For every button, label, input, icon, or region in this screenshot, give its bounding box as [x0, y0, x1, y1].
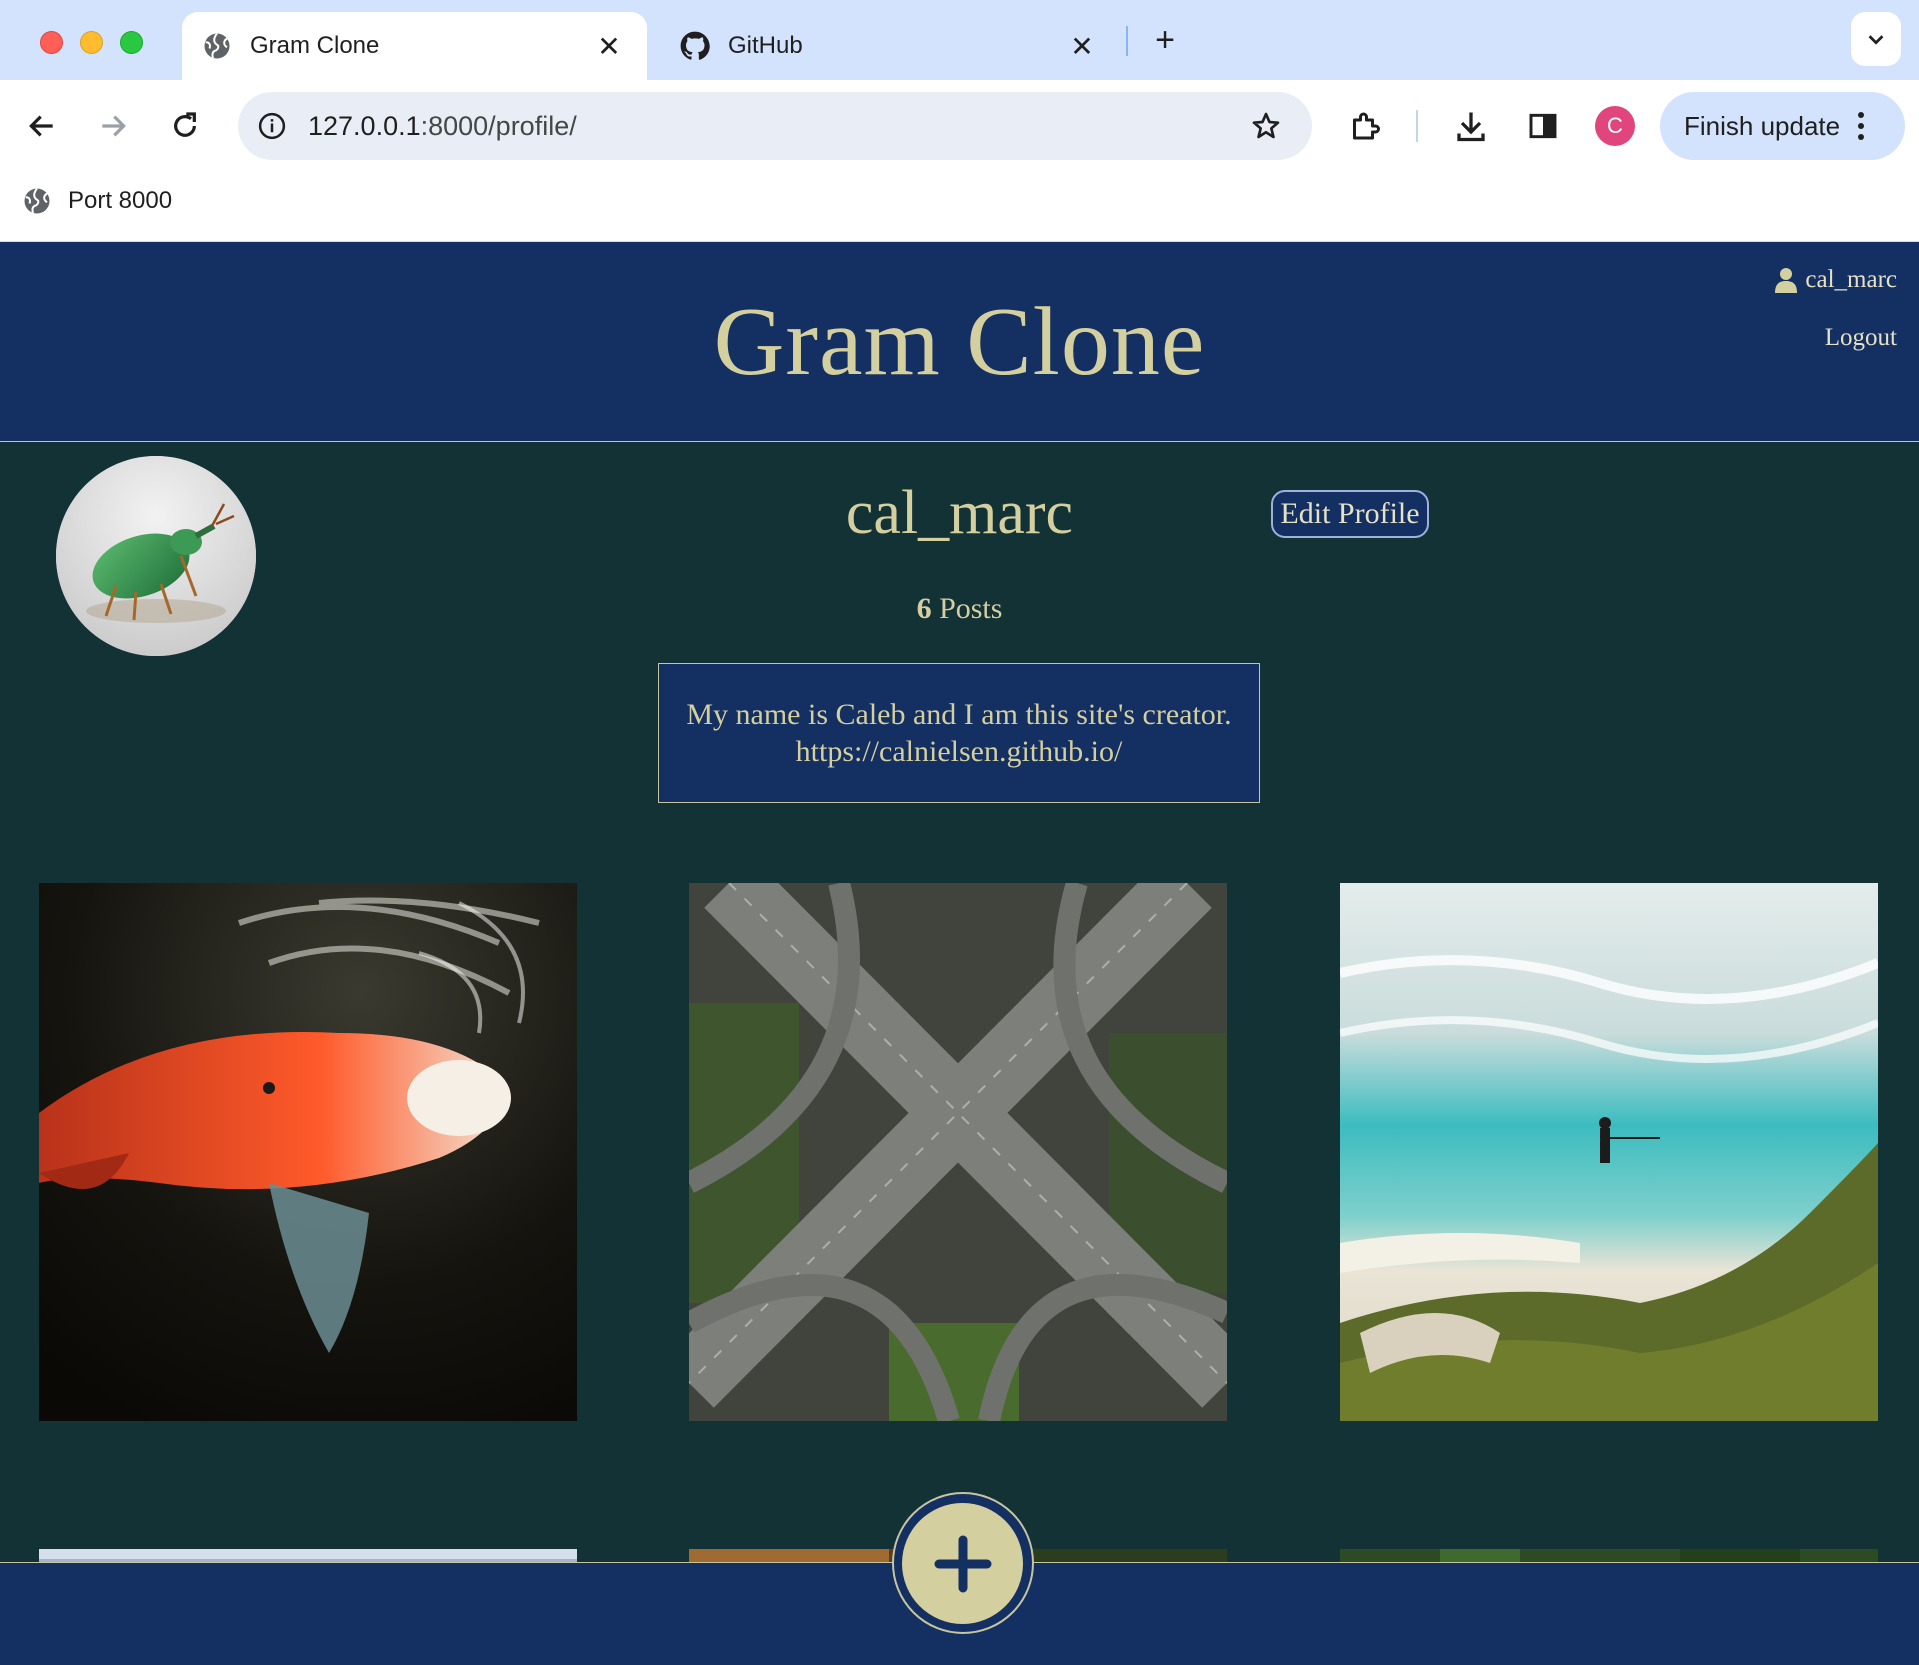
- tab-search-button[interactable]: [1851, 12, 1901, 66]
- arrow-right-icon: [102, 115, 126, 137]
- site-brand[interactable]: Gram Clone: [0, 286, 1919, 398]
- profile-bio: My name is Caleb and I am this site's cr…: [658, 663, 1260, 803]
- add-post-button[interactable]: [902, 1503, 1023, 1624]
- bookmark-label: Port 8000: [68, 187, 173, 214]
- new-tab-button[interactable]: +: [1145, 20, 1185, 60]
- bio-text: My name is Caleb and I am this site's cr…: [686, 698, 1232, 731]
- reload-icon: [174, 112, 196, 137]
- url-path: :8000/profile/: [420, 110, 577, 141]
- post-thumbnail[interactable]: [39, 883, 577, 1421]
- post-count-number: 6: [916, 592, 932, 625]
- finish-update-button[interactable]: Finish update: [1660, 92, 1905, 160]
- url-host: 127.0.0.1: [308, 110, 421, 141]
- close-tab-icon[interactable]: ✕: [595, 31, 623, 62]
- extensions-icon[interactable]: [1341, 102, 1389, 150]
- globe-icon: [24, 187, 50, 214]
- address-bar[interactable]: 127.0.0.1:8000/profile/: [238, 92, 1312, 160]
- current-user-name: cal_marc: [1805, 266, 1897, 293]
- chevron-down-icon: [1868, 35, 1884, 45]
- post-count: 6 Posts: [0, 592, 1919, 626]
- browser-toolbar: 127.0.0.1:8000/profile/ C Finish update: [0, 80, 1919, 172]
- logout-link[interactable]: Logout: [1825, 324, 1897, 352]
- window-minimize-button[interactable]: [80, 31, 103, 54]
- tab-gram-clone[interactable]: Gram Clone ✕: [182, 12, 647, 80]
- bookmarks-bar: Port 8000: [0, 172, 1919, 242]
- tab-title: Gram Clone: [250, 32, 380, 59]
- forward-button[interactable]: [91, 104, 135, 148]
- koi-fish-image: [39, 883, 577, 1421]
- back-button[interactable]: [20, 104, 64, 148]
- post-thumbnail[interactable]: [689, 883, 1227, 1421]
- window-close-button[interactable]: [40, 31, 63, 54]
- finish-update-label: Finish update: [1684, 110, 1841, 141]
- side-panel-icon[interactable]: [1519, 102, 1567, 150]
- github-icon: [680, 31, 710, 60]
- plus-icon: [934, 1535, 991, 1592]
- web-page: Gram Clone cal_marc Logout cal_marc Edit…: [0, 242, 1919, 1665]
- site-info-icon[interactable]: [254, 108, 290, 144]
- reload-button[interactable]: [163, 104, 207, 148]
- current-user-link[interactable]: cal_marc: [1775, 266, 1897, 294]
- more-menu-icon[interactable]: [1858, 112, 1865, 140]
- post-thumbnail[interactable]: [1340, 883, 1878, 1421]
- tab-separator: [1126, 26, 1128, 56]
- tab-github[interactable]: GitHub ✕: [660, 12, 1120, 80]
- post-count-label: Posts: [931, 592, 1003, 625]
- url-text[interactable]: 127.0.0.1:8000/profile/: [308, 111, 1246, 142]
- site-header: Gram Clone cal_marc Logout: [0, 242, 1919, 442]
- beach-image: [1340, 883, 1878, 1421]
- bookmark-star-icon[interactable]: [1246, 106, 1286, 146]
- tab-strip: Gram Clone ✕ GitHub ✕ +: [0, 0, 1919, 80]
- edit-profile-button[interactable]: Edit Profile: [1271, 490, 1429, 538]
- highway-image: [689, 883, 1227, 1421]
- bookmark-port-8000[interactable]: Port 8000: [22, 186, 172, 216]
- bio-link[interactable]: https://calnielsen.github.io/: [796, 733, 1123, 770]
- window-zoom-button[interactable]: [120, 31, 143, 54]
- globe-icon: [204, 32, 230, 59]
- download-icon[interactable]: [1447, 102, 1495, 150]
- user-icon: [1775, 268, 1798, 293]
- arrow-left-icon: [29, 115, 53, 137]
- toolbar-separator: [1416, 110, 1418, 142]
- profile-username: cal_marc: [845, 479, 1074, 547]
- profile-avatar-button[interactable]: C: [1595, 106, 1635, 146]
- tab-title: GitHub: [728, 32, 803, 59]
- close-tab-icon[interactable]: ✕: [1068, 31, 1096, 62]
